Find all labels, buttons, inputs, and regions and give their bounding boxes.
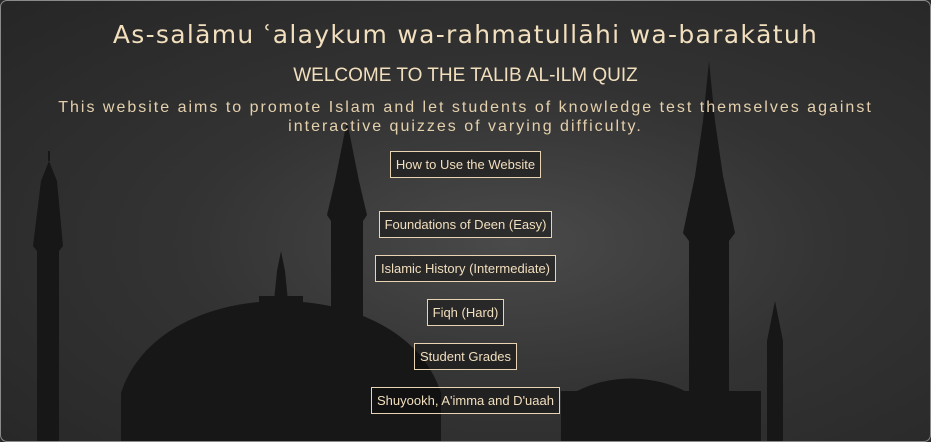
grades-row: Student Grades — [1, 343, 930, 370]
quiz-intermediate-row: Islamic History (Intermediate) — [1, 255, 930, 282]
welcome-heading: WELCOME TO THE TALIB AL-ILM QUIZ — [293, 65, 638, 86]
scholars-button[interactable]: Shuyookh, A'imma and D'uaah — [371, 387, 560, 414]
quiz-history-intermediate-button[interactable]: Islamic History (Intermediate) — [374, 255, 557, 282]
scholars-row: Shuyookh, A'imma and D'uaah — [1, 387, 930, 414]
student-grades-button[interactable]: Student Grades — [413, 343, 518, 370]
greeting-heading: As-salāmu ʿalaykum wa-rahmatullāhi wa-ba… — [112, 20, 819, 49]
main-content: As-salāmu ʿalaykum wa-rahmatullāhi wa-ba… — [1, 1, 930, 414]
how-to-use-button[interactable]: How to Use the Website — [389, 151, 542, 178]
intro-text: This website aims to promote Islam and l… — [58, 99, 873, 135]
page-frame: As-salāmu ʿalaykum wa-rahmatullāhi wa-ba… — [0, 0, 931, 442]
how-to-row: How to Use the Website — [1, 151, 930, 178]
quiz-foundations-easy-button[interactable]: Foundations of Deen (Easy) — [378, 211, 553, 238]
quiz-hard-row: Fiqh (Hard) — [1, 299, 930, 326]
quiz-fiqh-hard-button[interactable]: Fiqh (Hard) — [426, 299, 505, 326]
quiz-easy-row: Foundations of Deen (Easy) — [1, 211, 930, 238]
